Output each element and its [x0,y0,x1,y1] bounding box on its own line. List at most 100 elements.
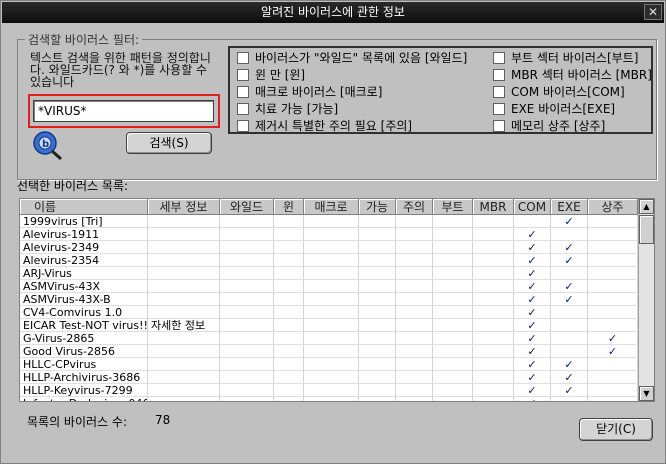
flag-cell [304,358,359,371]
category-checkbox[interactable] [493,51,505,64]
category-option[interactable]: EXE 바이러스[EXE] [493,101,615,117]
flag-cell [473,319,514,332]
search-button[interactable]: 검색(S) [126,132,212,154]
table-row[interactable]: ARJ-Virus ✓ [20,267,638,280]
flag-cell [359,345,396,358]
search-input[interactable] [33,100,214,122]
table-row[interactable]: G-Virus-2865 ✓ ✓ [20,332,638,345]
flag-cell [433,319,473,332]
column-header[interactable]: 와일드 [220,199,274,215]
column-header[interactable]: 주의 [396,199,433,215]
flag-cell [220,280,274,293]
category-option[interactable]: 부트 섹터 바이러스[부트] [493,50,638,66]
category-checkbox[interactable] [493,68,505,81]
flag-cell [359,293,396,306]
flag-cell [359,280,396,293]
category-checkbox[interactable] [493,85,505,98]
flag-cell [473,293,514,306]
detail-cell[interactable]: 자세한 정보 [148,319,220,332]
close-icon[interactable]: ✕ [644,4,662,20]
category-checkbox[interactable] [237,119,249,132]
column-header[interactable]: 부트 [433,199,473,215]
flag-cell [433,345,473,358]
category-option[interactable]: MBR 섹터 바이러스 [MBR] [493,67,652,83]
table-row[interactable]: EICAR Test-NOT virus!! 자세한 정보 ✓ [20,319,638,332]
flag-cell [433,332,473,345]
virus-name-cell: EICAR Test-NOT virus!! [20,319,148,332]
flag-cell [588,267,638,280]
column-header[interactable]: 상주 [588,199,638,215]
column-header[interactable]: EXE [551,199,588,215]
list-body[interactable]: 1999virus [Tri] ✓ Alevirus-1911 ✓ Alevirus-2… [20,215,638,401]
table-row[interactable]: Alevirus-2354 ✓ ✓ [20,254,638,267]
vertical-scrollbar[interactable]: ▲ ▼ [638,199,654,401]
filter-legend: 검색할 바이러스 필터: [25,31,143,48]
category-label: 바이러스가 "와일드" 목록에 있음 [와일드] [255,51,468,65]
category-box: 바이러스가 "와일드" 목록에 있음 [와일드] 윈 만 [윈] 매크로 바이러스 … [228,46,653,134]
close-button[interactable]: 닫기(C) [579,418,653,441]
scroll-up-arrow-icon[interactable]: ▲ [639,199,654,214]
category-label: 부트 섹터 바이러스[부트] [511,51,639,65]
detail-cell [148,241,220,254]
flag-cell [396,397,433,401]
column-header[interactable]: 세부 정보 [148,199,220,215]
column-header[interactable]: 매크로 [304,199,359,215]
column-header[interactable]: 이름 [20,199,148,215]
table-row[interactable]: HLLC-CPvirus ✓ ✓ [20,358,638,371]
virus-name-cell: ASMVirus-43X-B [20,293,148,306]
column-header[interactable]: 윈 [274,199,304,215]
flag-cell [396,267,433,280]
category-option[interactable]: 매크로 바이러스 [매크로] [237,84,382,100]
table-row[interactable]: Alevirus-1911 ✓ [20,228,638,241]
table-row[interactable]: HLLP-Keyvirus-7299 ✓ ✓ [20,384,638,397]
table-row[interactable]: ASMVirus-43X ✓ ✓ [20,280,638,293]
virus-list[interactable]: 이름 세부 정보 와일드 윈 매크로 가능 주의 부트 MBR COM EXE 상주 1999viru… [19,198,655,402]
flag-cell [473,332,514,345]
flag-cell [396,293,433,306]
check-icon: ✓ [514,293,551,306]
count-label: 목록의 바이러스 수: [27,415,127,429]
category-option[interactable]: 윈 만 [윈] [237,67,305,83]
flag-cell [433,215,473,228]
flag-cell [473,306,514,319]
virus-name-cell: 1999virus [Tri] [20,215,148,228]
category-option[interactable]: COM 바이러스[COM] [493,84,625,100]
column-header[interactable]: MBR [473,199,514,215]
category-checkbox[interactable] [237,51,249,64]
category-checkbox[interactable] [237,102,249,115]
category-label: MBR 섹터 바이러스 [MBR] [511,68,652,82]
category-option[interactable]: 치료 가능 [가능] [237,101,338,117]
flag-cell [433,384,473,397]
category-checkbox[interactable] [493,119,505,132]
table-row[interactable]: Infector-Dadavirus-046 ✓ [20,397,638,401]
category-option[interactable]: 메모리 상주 [상주] [493,118,605,134]
table-row[interactable]: CV4-Comvirus 1.0 ✓ [20,306,638,319]
category-option[interactable]: 바이러스가 "와일드" 목록에 있음 [와일드] [237,50,467,66]
table-row[interactable]: 1999virus [Tri] ✓ [20,215,638,228]
detail-cell [148,280,220,293]
table-row[interactable]: Alevirus-2349 ✓ ✓ [20,241,638,254]
flag-cell [588,241,638,254]
category-checkbox[interactable] [237,85,249,98]
flag-cell [433,280,473,293]
flag-cell [304,254,359,267]
table-row[interactable]: HLLP-Archivirus-3686 ✓ ✓ [20,371,638,384]
virus-name-cell: G-Virus-2865 [20,332,148,345]
table-row[interactable]: Good Virus-2856 ✓ ✓ [20,345,638,358]
category-option[interactable]: 제거시 특별한 주의 필요 [주의] [237,118,412,134]
category-checkbox[interactable] [237,68,249,81]
check-icon: ✓ [551,371,588,384]
virus-name-cell: Alevirus-2349 [20,241,148,254]
column-header[interactable]: 가능 [359,199,396,215]
title-bar[interactable]: 알려진 바이러스에 관한 정보 ✕ [2,2,664,23]
scroll-thumb[interactable] [639,215,654,244]
table-row[interactable]: ASMVirus-43X-B ✓ ✓ [20,293,638,306]
column-header[interactable]: COM [514,199,551,215]
flag-cell [473,280,514,293]
category-label: COM 바이러스[COM] [511,85,625,99]
category-checkbox[interactable] [493,102,505,115]
scroll-down-arrow-icon[interactable]: ▼ [639,386,654,401]
flag-cell [588,371,638,384]
check-icon: ✓ [514,280,551,293]
detail-cell [148,267,220,280]
